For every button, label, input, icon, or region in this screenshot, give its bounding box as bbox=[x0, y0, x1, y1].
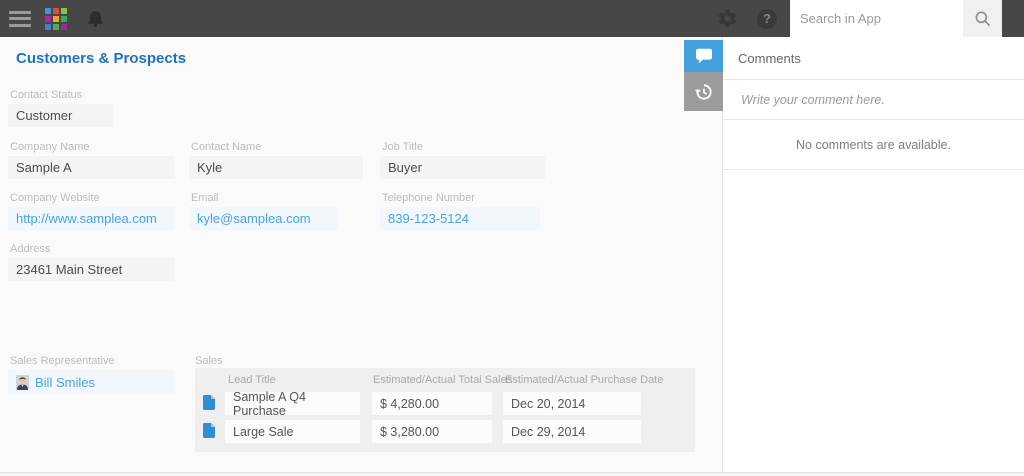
field-label: Email bbox=[191, 192, 219, 204]
tab-comments[interactable] bbox=[684, 40, 723, 72]
column-header-total-sales: Estimated/Actual Total Sales bbox=[373, 374, 513, 386]
field-label: Job Title bbox=[382, 141, 423, 153]
cell-purchase-date: Dec 20, 2014 bbox=[503, 392, 641, 415]
field-sales-representative: Sales Representative Bill Smiles bbox=[8, 355, 175, 394]
field-label: Contact Name bbox=[191, 141, 262, 153]
comments-empty-message: No comments are available. bbox=[723, 120, 1024, 170]
field-address: Address 23461 Main Street bbox=[8, 243, 175, 281]
history-clock-icon bbox=[694, 82, 714, 102]
cell-lead-title: Large Sale bbox=[225, 420, 360, 443]
field-company-website: Company Website http://www.samplea.com bbox=[8, 192, 175, 230]
page-title: Customers & Prospects bbox=[16, 50, 187, 67]
field-company-name: Company Name Sample A bbox=[8, 141, 175, 179]
top-bar: ? bbox=[0, 0, 1024, 37]
cell-lead-title: Sample A Q4 Purchase bbox=[225, 390, 360, 418]
column-header-purchase-date: Estimated/Actual Purchase Date bbox=[505, 374, 664, 386]
field-contact-status: Contact Status Customer bbox=[8, 89, 113, 127]
cell-total-sales: $ 3,280.00 bbox=[372, 420, 492, 443]
cell-purchase-date: Dec 29, 2014 bbox=[503, 420, 641, 443]
record-detail: Customers & Prospects Contact Status Cus… bbox=[0, 37, 722, 476]
comments-title: Comments bbox=[723, 37, 1024, 80]
search-button[interactable] bbox=[963, 0, 1002, 37]
main-area: Customers & Prospects Contact Status Cus… bbox=[0, 37, 1024, 476]
field-label: Company Name bbox=[10, 141, 90, 153]
notifications-bell-icon[interactable] bbox=[86, 9, 105, 29]
field-value: kyle@samplea.com bbox=[189, 207, 338, 230]
field-job-title: Job Title Buyer bbox=[380, 141, 545, 179]
search-icon bbox=[973, 9, 993, 29]
table-row[interactable]: Large Sale $ 3,280.00 Dec 29, 2014 bbox=[195, 420, 695, 443]
field-value: Customer bbox=[8, 104, 113, 127]
field-label: Telephone Number bbox=[382, 192, 475, 204]
field-label: Address bbox=[10, 243, 51, 255]
comments-panel: Comments No comments are available. bbox=[684, 37, 1024, 476]
document-icon[interactable] bbox=[203, 395, 215, 415]
comment-input-row bbox=[723, 80, 1024, 120]
help-icon[interactable]: ? bbox=[757, 8, 777, 29]
settings-gear-icon[interactable] bbox=[717, 8, 738, 29]
field-email: Email kyle@samplea.com bbox=[189, 192, 338, 230]
menu-icon[interactable] bbox=[9, 10, 31, 27]
phone-link[interactable]: 839-123-5124 bbox=[388, 211, 469, 226]
field-value: 839-123-5124 bbox=[380, 207, 540, 230]
field-value: Kyle bbox=[189, 156, 363, 179]
speech-bubble-icon bbox=[695, 48, 713, 64]
sales-section-label: Sales bbox=[195, 355, 223, 367]
comment-input[interactable] bbox=[741, 92, 1001, 107]
app-window: ? Customers & Prospects Contact Status C… bbox=[0, 0, 1024, 476]
email-link[interactable]: kyle@samplea.com bbox=[197, 211, 311, 226]
field-label: Sales Representative bbox=[10, 355, 115, 367]
tab-history[interactable] bbox=[684, 72, 723, 111]
field-value: 23461 Main Street bbox=[8, 258, 175, 281]
column-header-lead-title: Lead Title bbox=[228, 374, 276, 386]
sales-rep-avatar bbox=[16, 374, 29, 390]
search-input[interactable] bbox=[790, 0, 963, 37]
sales-table: Lead Title Estimated/Actual Total Sales … bbox=[195, 368, 695, 452]
field-value: Sample A bbox=[8, 156, 175, 179]
table-row[interactable]: Sample A Q4 Purchase $ 4,280.00 Dec 20, … bbox=[195, 390, 695, 418]
field-telephone: Telephone Number 839-123-5124 bbox=[380, 192, 540, 230]
website-link[interactable]: http://www.samplea.com bbox=[16, 211, 157, 226]
field-label: Company Website bbox=[10, 192, 100, 204]
cell-total-sales: $ 4,280.00 bbox=[372, 392, 492, 415]
sales-rep-link[interactable]: Bill Smiles bbox=[35, 375, 95, 390]
field-value: Bill Smiles bbox=[8, 370, 175, 394]
document-icon[interactable] bbox=[203, 423, 215, 443]
field-label: Contact Status bbox=[10, 89, 83, 101]
field-contact-name: Contact Name Kyle bbox=[189, 141, 363, 179]
apps-grid-icon[interactable] bbox=[45, 7, 67, 30]
field-value: Buyer bbox=[380, 156, 545, 179]
field-value: http://www.samplea.com bbox=[8, 207, 175, 230]
